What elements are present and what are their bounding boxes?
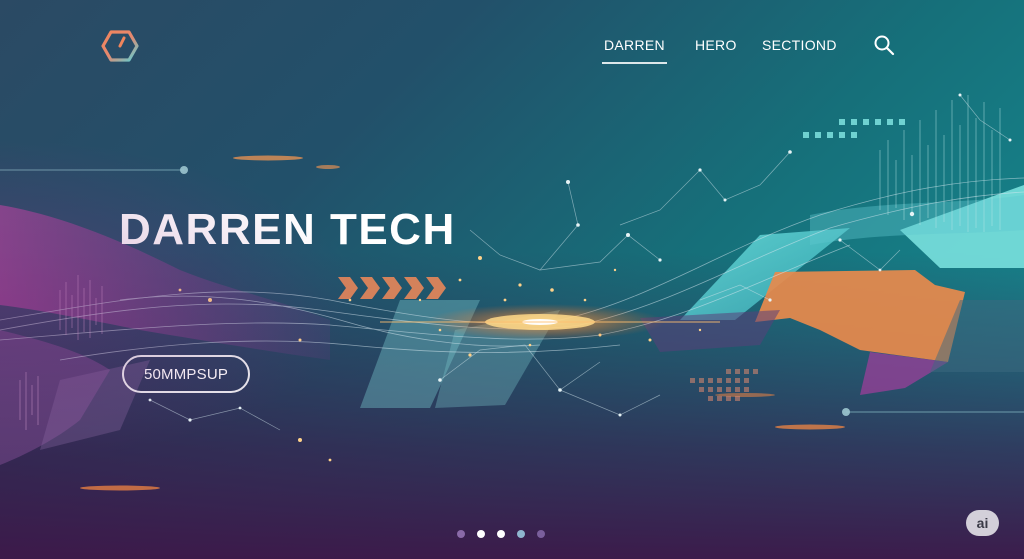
search-icon[interactable] xyxy=(873,34,895,56)
carousel-dot-1[interactable] xyxy=(457,530,465,538)
main-nav: DARREN HERO SECTIOND xyxy=(0,36,1024,66)
hero-title: DARREN TECH xyxy=(119,205,456,254)
carousel-dots xyxy=(0,530,1024,540)
carousel-dot-2[interactable] xyxy=(477,530,485,538)
carousel-dot-3-active[interactable] xyxy=(497,530,505,538)
nav-item-sectiond[interactable]: SECTIOND xyxy=(762,36,837,54)
carousel-dot-4[interactable] xyxy=(517,530,525,538)
hexagon-logo-icon[interactable] xyxy=(101,29,139,63)
ai-badge: ai xyxy=(966,510,999,536)
hero-background-art xyxy=(0,93,1024,491)
nav-item-darren[interactable]: DARREN xyxy=(602,36,667,64)
hero-section: DARREN HERO SECTIOND DARREN TECH 50MMPSU… xyxy=(0,0,1024,559)
nav-item-hero[interactable]: HERO xyxy=(695,36,737,54)
hero-cta-button[interactable]: 50MMPSUP xyxy=(122,355,250,393)
carousel-dot-5[interactable] xyxy=(537,530,545,538)
